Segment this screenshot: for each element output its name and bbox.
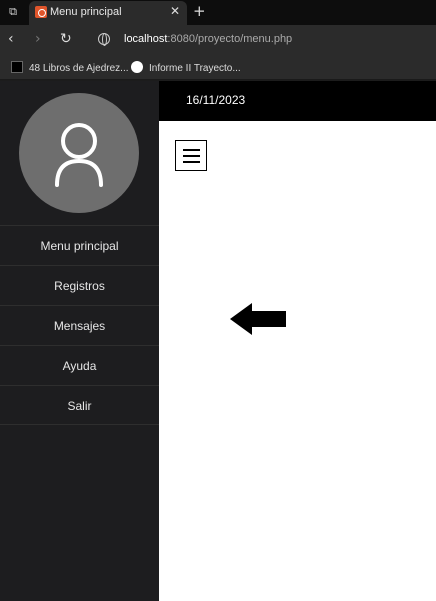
bookmark-label: Informe II Trayecto... <box>149 63 241 74</box>
user-icon <box>55 123 103 187</box>
address-bar[interactable]: localhost:8080/proyecto/menu.php <box>124 33 292 45</box>
hamburger-line <box>183 161 200 163</box>
bookmark-favicon-icon <box>131 61 143 73</box>
sidebar: Menu principal Registros Mensajes Ayuda … <box>0 81 159 601</box>
tab-actions-icon[interactable]: ⧉ <box>3 3 23 21</box>
bookmark-item[interactable]: 48 Libros de Ajedrez... <box>11 61 129 74</box>
url-host: localhost <box>124 33 168 45</box>
sidebar-item-registros[interactable]: Registros <box>0 265 159 305</box>
menu-toggle-button[interactable] <box>175 140 207 171</box>
sidebar-item-mensajes[interactable]: Mensajes <box>0 305 159 345</box>
bookmark-favicon-icon <box>11 61 23 73</box>
close-tab-icon[interactable]: ✕ <box>170 4 180 18</box>
browser-tab-bar: ⧉ Menu principal ✕ + <box>0 0 436 25</box>
back-icon[interactable]: ‹ <box>8 31 14 47</box>
sidebar-menu: Menu principal Registros Mensajes Ayuda … <box>0 225 159 425</box>
arrow-left-icon <box>230 303 286 335</box>
sidebar-item-ayuda[interactable]: Ayuda <box>0 345 159 385</box>
site-info-icon[interactable] <box>98 33 110 46</box>
header-date: 16/11/2023 <box>186 93 246 107</box>
browser-tab[interactable]: Menu principal ✕ <box>29 1 187 25</box>
avatar <box>19 93 139 213</box>
hamburger-line <box>183 149 200 151</box>
new-tab-button[interactable]: + <box>193 2 206 20</box>
reload-icon[interactable]: ↻ <box>60 31 72 47</box>
sidebar-item-menu-principal[interactable]: Menu principal <box>0 225 159 265</box>
main-content: 16/11/2023 <box>159 81 436 601</box>
bookmark-label: 48 Libros de Ajedrez... <box>29 63 129 74</box>
forward-icon[interactable]: › <box>35 31 41 47</box>
hamburger-line <box>183 155 200 157</box>
url-path: :8080/proyecto/menu.php <box>167 33 293 45</box>
bookmarks-bar: 48 Libros de Ajedrez... Informe II Traye… <box>0 55 436 80</box>
sidebar-item-salir[interactable]: Salir <box>0 385 159 425</box>
browser-nav-bar: ‹ › ↻ localhost:8080/proyecto/menu.php <box>0 25 436 55</box>
tab-title: Menu principal <box>50 6 122 18</box>
bookmark-item[interactable]: Informe II Trayecto... <box>131 61 241 74</box>
xampp-favicon-icon <box>35 6 47 18</box>
top-header: 16/11/2023 <box>159 81 436 121</box>
